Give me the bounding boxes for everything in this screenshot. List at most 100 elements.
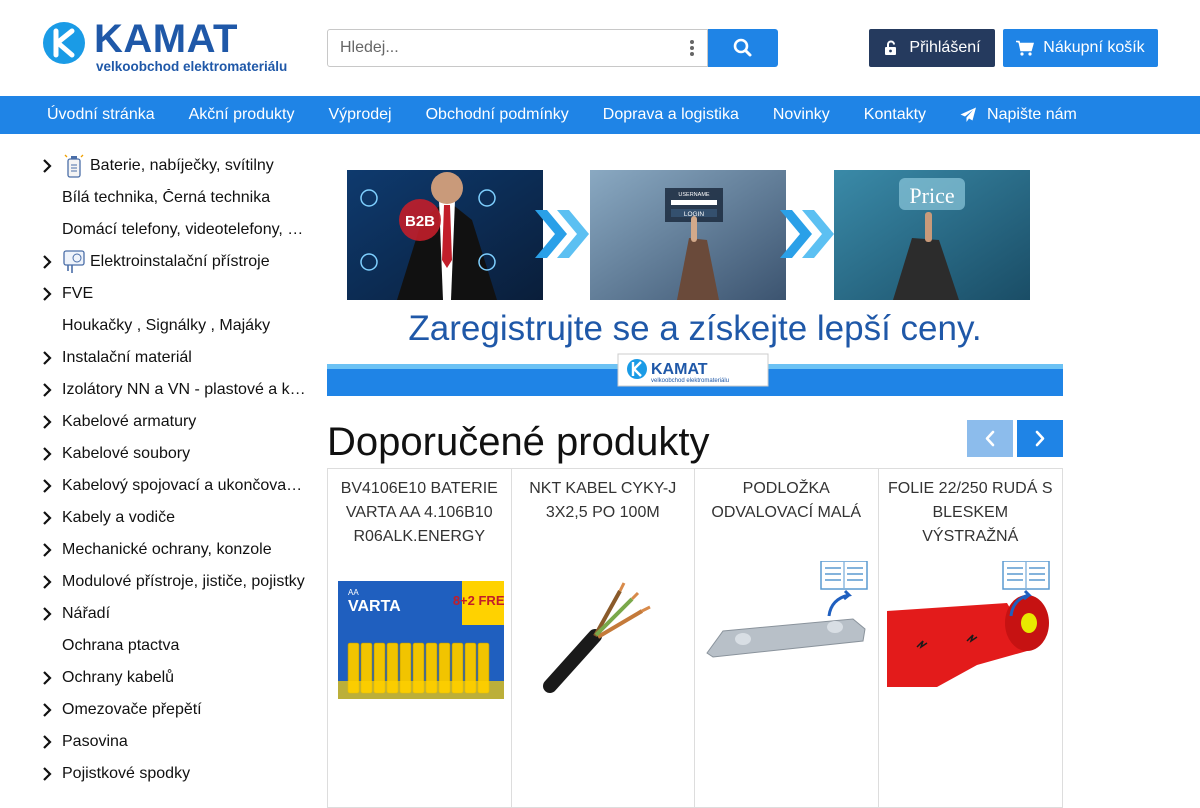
search-box	[327, 29, 708, 67]
promo-banner[interactable]: B2B USERNAME LOGIN Price Zaregistrujte s…	[327, 150, 1063, 396]
banner-headline: Zaregistrujte se a získejte lepší ceny.	[408, 309, 981, 348]
banner-logo-name: KAMAT	[651, 361, 708, 378]
sidebar-category[interactable]: Pasovina	[40, 726, 310, 758]
product-card[interactable]: NKT KABEL CYKY-J 3X2,5 PO 100M	[512, 469, 695, 807]
chevron-right-icon[interactable]	[40, 702, 54, 718]
nav-item-home[interactable]: Úvodní stránka	[30, 106, 172, 124]
nav-item-sale[interactable]: Výprodej	[311, 106, 408, 124]
more-options-icon[interactable]	[689, 39, 695, 57]
sidebar-category[interactable]: FVE	[40, 278, 310, 310]
sidebar-category-label: Instalační materiál	[62, 349, 192, 366]
product-image-batteries[interactable]: AA VARTA 8+2 FREE	[336, 561, 504, 711]
sidebar-category-label: Bílá technika, Černá technika	[62, 189, 271, 206]
chevron-right-icon[interactable]	[40, 254, 54, 270]
sidebar-category-label: Kabelový spojovací a ukončova…	[62, 477, 303, 494]
sidebar-category[interactable]: Nářadí	[40, 598, 310, 630]
cart-icon	[1016, 40, 1035, 56]
product-name[interactable]: PODLOŽKA ODVALOVACÍ MALÁ	[703, 477, 870, 525]
product-name[interactable]: NKT KABEL CYKY-J 3X2,5 PO 100M	[520, 477, 687, 525]
kamat-logo[interactable]: KAMAT velkoobchod elektromateriálu	[42, 17, 292, 77]
login-label: Přihlášení	[909, 39, 981, 56]
chevron-right-icon[interactable]	[40, 158, 54, 174]
sidebar-category[interactable]: Kabely a vodiče	[40, 502, 310, 534]
sidebar-category[interactable]: Izolátory NN a VN - plastové a k…	[40, 374, 310, 406]
nav-label: Novinky	[772, 106, 830, 123]
nav-item-contacts[interactable]: Kontakty	[847, 106, 943, 124]
nav-label: Úvodní stránka	[47, 106, 155, 123]
chevron-right-icon[interactable]	[40, 286, 54, 302]
chevron-right-icon[interactable]	[40, 510, 54, 526]
brand-tagline: velkoobchod elektromateriálu	[96, 59, 288, 74]
nav-item-write-us[interactable]: Napište nám	[943, 106, 1094, 124]
sidebar-category[interactable]: Kabelové soubory	[40, 438, 310, 470]
sidebar-category-label: Ochrany kabelů	[62, 669, 175, 686]
nav-item-terms[interactable]: Obchodní podmínky	[409, 106, 586, 124]
product-card[interactable]: BV4106E10 BATERIE VARTA AA 4.106B10 R06A…	[328, 469, 512, 807]
sidebar-category[interactable]: Ochrana ptactva	[40, 630, 310, 662]
nav-label: Doprava a logistika	[602, 106, 739, 123]
nav-item-shipping[interactable]: Doprava a logistika	[586, 106, 756, 124]
sidebar-category-label: Kabely a vodiče	[62, 509, 175, 526]
sidebar-category-label: Kabelové soubory	[62, 445, 191, 462]
sidebar-category[interactable]: Kabelový spojovací a ukončova…	[40, 470, 310, 502]
chevron-right-icon[interactable]	[40, 734, 54, 750]
chevron-right-icon[interactable]	[40, 414, 54, 430]
brand-name: KAMAT	[94, 17, 238, 61]
sidebar-category[interactable]: Kabelové armatury	[40, 406, 310, 438]
cart-button[interactable]: Nákupní košík	[1003, 29, 1158, 67]
kamat-logo-mark-icon	[43, 22, 85, 64]
sidebar-category[interactable]: Pojistkové spodky	[40, 758, 310, 790]
product-image-red-foil[interactable]	[886, 561, 1055, 711]
sidebar-category[interactable]: Bílá technika, Černá technika	[40, 182, 310, 214]
banner-username-text: USERNAME	[678, 192, 710, 198]
login-button[interactable]: Přihlášení	[869, 29, 995, 67]
site-header: KAMAT velkoobchod elektromateriálu Přihl…	[0, 0, 1200, 96]
sidebar-category-label: Izolátory NN a VN - plastové a k…	[62, 381, 306, 398]
sidebar-category-label: Modulové přístroje, jističe, pojistky	[62, 573, 305, 590]
recommended-title: Doporučené produkty	[327, 420, 710, 464]
chevron-right-icon[interactable]	[40, 670, 54, 686]
svg-text:AA: AA	[348, 588, 359, 597]
chevron-right-icon[interactable]	[40, 606, 54, 622]
nav-label: Obchodní podmínky	[425, 106, 569, 123]
sidebar-category[interactable]: Ochrany kabelů	[40, 662, 310, 694]
search-input[interactable]	[328, 30, 668, 66]
sidebar-category[interactable]: Elektroinstalační přístroje	[40, 246, 310, 278]
paper-plane-icon	[960, 107, 977, 122]
carousel-prev-button[interactable]	[967, 420, 1013, 457]
varta-brand-text: VARTA	[348, 598, 401, 615]
sidebar-category[interactable]: Modulové přístroje, jističe, pojistky	[40, 566, 310, 598]
product-name[interactable]: FOLIE 22/250 RUDÁ S BLESKEM VÝSTRAŽNÁ	[887, 477, 1055, 549]
sidebar-category-label: Baterie, nabíječky, svítilny	[90, 157, 274, 174]
search-button[interactable]	[708, 29, 778, 67]
sidebar-category-label: Kabelové armatury	[62, 413, 197, 430]
chevron-right-icon[interactable]	[40, 574, 54, 590]
chevron-right-icon[interactable]	[40, 478, 54, 494]
chevron-right-icon[interactable]	[40, 350, 54, 366]
chevron-right-icon[interactable]	[40, 766, 54, 782]
product-name[interactable]: BV4106E10 BATERIE VARTA AA 4.106B10 R06A…	[336, 477, 503, 549]
product-image-rolling-pad[interactable]	[703, 561, 871, 711]
chevron-right-icon[interactable]	[40, 446, 54, 462]
nav-item-promo[interactable]: Akční produkty	[172, 106, 312, 124]
product-card[interactable]: FOLIE 22/250 RUDÁ S BLESKEM VÝSTRAŽNÁ	[879, 469, 1063, 807]
carousel-next-button[interactable]	[1017, 420, 1063, 457]
datasheet-icon	[1001, 561, 1050, 590]
sidebar-category[interactable]: Baterie, nabíječky, svítilny	[40, 150, 310, 182]
nav-label: Kontakty	[863, 106, 927, 123]
sidebar-category[interactable]: Domácí telefony, videotelefony, …	[40, 214, 310, 246]
sidebar-category[interactable]: Omezovače přepětí	[40, 694, 310, 726]
sidebar-category[interactable]: Instalační materiál	[40, 342, 310, 374]
sidebar-category[interactable]: Mechanické ochrany, konzole	[40, 534, 310, 566]
sidebar-category-label: Omezovače přepětí	[62, 701, 202, 718]
nav-item-news[interactable]: Novinky	[756, 106, 847, 124]
chevron-right-icon[interactable]	[40, 382, 54, 398]
product-card[interactable]: PODLOŽKA ODVALOVACÍ MALÁ	[695, 469, 879, 807]
sidebar-category-label: Elektroinstalační přístroje	[90, 253, 270, 270]
product-image-cable[interactable]	[520, 561, 688, 711]
banner-price-text: Price	[909, 183, 954, 208]
search-icon	[733, 38, 752, 57]
chevron-right-icon[interactable]	[40, 542, 54, 558]
socket-icon	[63, 250, 85, 273]
sidebar-category[interactable]: Houkačky , Signálky , Majáky	[40, 310, 310, 342]
